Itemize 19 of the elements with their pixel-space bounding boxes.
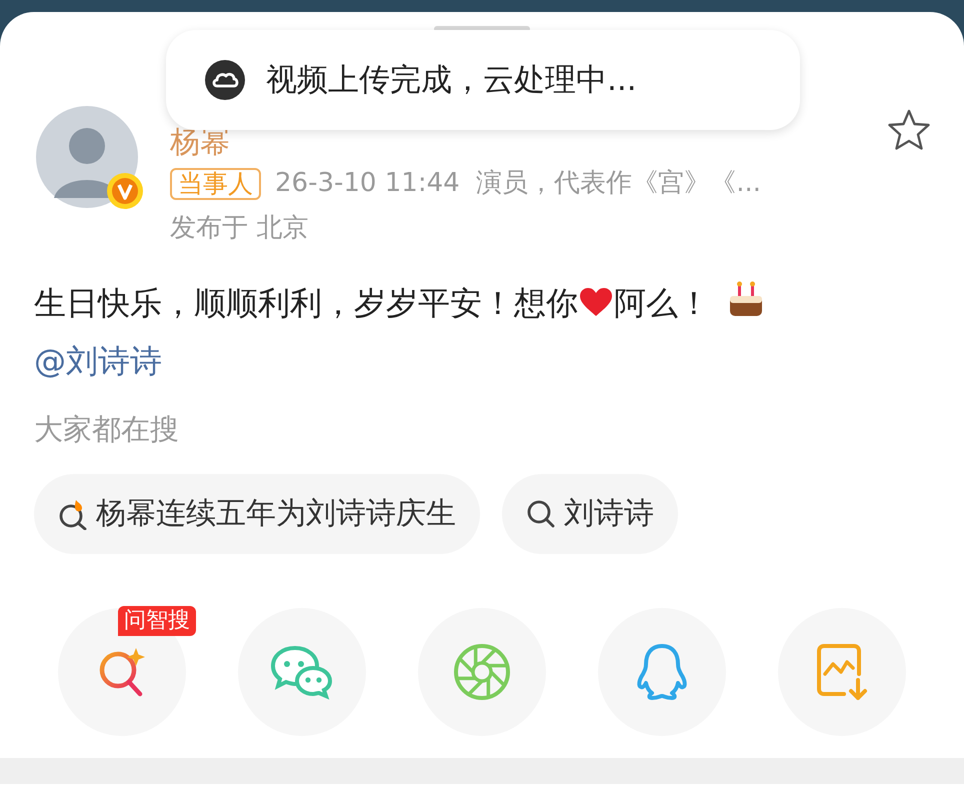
hot-search-icon <box>58 498 88 530</box>
heart-icon <box>578 286 614 318</box>
aperture-icon <box>452 642 512 702</box>
post-meta: 26-3-10 11:44 演员，代表作《宫》《... <box>275 167 761 200</box>
role-tag: 当事人 <box>170 168 261 200</box>
chat-bubbles-icon <box>269 644 335 700</box>
search-chip[interactable]: 刘诗诗 <box>502 474 678 554</box>
section-title: 大家都在搜 <box>33 411 180 448</box>
feature-badge: 问智搜 <box>118 606 196 636</box>
search-chip[interactable]: 杨幂连续五年为刘诗诗庆生 <box>34 474 480 554</box>
avatar[interactable] <box>36 106 138 208</box>
image-download-icon <box>814 642 870 702</box>
post-location: 发布于 北京 <box>170 212 310 245</box>
mention-link[interactable]: @刘诗诗 <box>34 342 162 380</box>
toast-message: 视频上传完成，云处理中... <box>266 60 637 100</box>
post-text: 生日快乐，顺顺利利，岁岁平安！想你 阿么！ @刘诗诗 <box>0 274 964 390</box>
search-icon <box>526 498 556 528</box>
cloud-icon <box>204 59 246 101</box>
verified-badge-icon <box>106 172 144 210</box>
